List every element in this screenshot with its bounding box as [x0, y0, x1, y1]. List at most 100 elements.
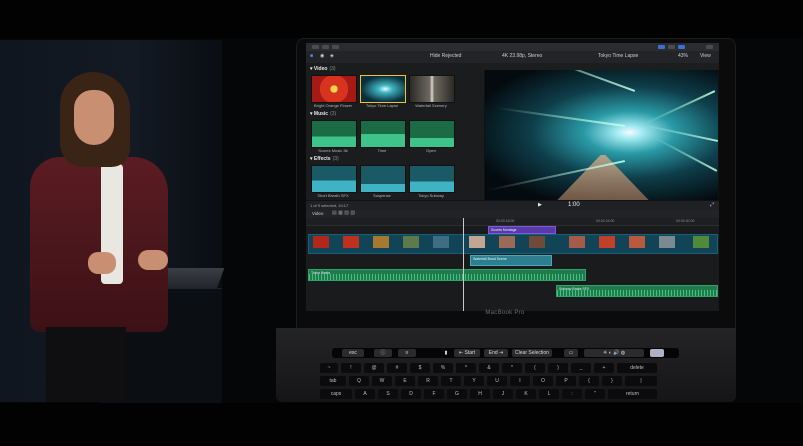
title-clip[interactable]: Scores Montage: [488, 226, 556, 234]
clip-caption-music-1: Scores Music 36: [318, 148, 348, 153]
key[interactable]: E: [395, 376, 415, 386]
clip-thumb-music-1[interactable]: [311, 120, 357, 148]
filmstrip-frame: [373, 236, 389, 248]
clip-thumb-video-3[interactable]: [409, 75, 455, 103]
key[interactable]: #: [387, 363, 407, 373]
import-icon[interactable]: [322, 45, 329, 49]
key[interactable]: *: [502, 363, 522, 373]
key[interactable]: D: [401, 389, 421, 399]
touchbar-list-icon[interactable]: ≡: [398, 349, 416, 357]
touchbar-start-button[interactable]: ⇤ Start: [454, 349, 480, 357]
key[interactable]: L: [539, 389, 559, 399]
key[interactable]: S: [378, 389, 398, 399]
browser-layout-icon[interactable]: [658, 45, 665, 49]
play-button[interactable]: ▶: [538, 202, 542, 208]
key[interactable]: P: [556, 376, 576, 386]
key[interactable]: F: [424, 389, 444, 399]
key[interactable]: A: [355, 389, 375, 399]
filter-dropdown[interactable]: Hide Rejected: [430, 53, 461, 59]
clip-thumb-effects-1[interactable]: [311, 165, 357, 193]
key[interactable]: %: [433, 363, 453, 373]
touchbar-marker-icon[interactable]: ▮: [442, 349, 450, 357]
key[interactable]: @: [364, 363, 384, 373]
timeline-layout-icon[interactable]: [668, 45, 675, 49]
key[interactable]: Q: [349, 376, 369, 386]
key[interactable]: J: [493, 389, 513, 399]
clip-thumb-music-2[interactable]: [360, 120, 406, 148]
timeline: Video ▤ ▦ ▧ ▨ 00:00:18:00 00:00:24:00 00…: [306, 210, 719, 311]
key[interactable]: H: [470, 389, 490, 399]
audio-clip-2[interactable]: Subway Brake SFX: [556, 285, 718, 297]
touchbar-info-icon[interactable]: ⓘ: [374, 349, 392, 357]
titles-icon[interactable]: ◈: [330, 53, 334, 59]
stage: ■ ◉ ◈ Hide Rejected 4K 23.98p, Stereo To…: [0, 0, 803, 446]
viewer-timecode: 1:00: [568, 202, 580, 208]
clip-thumb-music-3[interactable]: [409, 120, 455, 148]
libraries-toggle-icon[interactable]: [312, 45, 319, 49]
touchbar-control-strip[interactable]: ☀ ◐ 🔊 ◍: [584, 349, 644, 357]
key[interactable]: I: [510, 376, 530, 386]
connected-clip[interactable]: Waterfall Burst Scene: [470, 255, 552, 266]
library-format-label: 4K 23.98p, Stereo: [502, 53, 543, 59]
key[interactable]: {: [579, 376, 599, 386]
key[interactable]: }: [602, 376, 622, 386]
key[interactable]: ): [548, 363, 568, 373]
timeline-ruler[interactable]: 00:00:18:00 00:00:24:00 00:00:30:00: [306, 218, 719, 226]
key[interactable]: :: [562, 389, 582, 399]
key[interactable]: W: [372, 376, 392, 386]
clip-thumb-video-1[interactable]: [311, 75, 357, 103]
touchbar-siri-icon[interactable]: [650, 349, 664, 357]
key[interactable]: tab: [320, 376, 346, 386]
share-icon[interactable]: [706, 45, 713, 49]
key[interactable]: K: [516, 389, 536, 399]
key[interactable]: $: [410, 363, 430, 373]
touchbar-screen-icon[interactable]: ▭: [564, 349, 578, 357]
macbook: ■ ◉ ◈ Hide Rejected 4K 23.98p, Stereo To…: [276, 38, 736, 402]
fullscreen-icon[interactable]: ⤢: [710, 202, 714, 208]
timeline-tools-icon[interactable]: ▤ ▦ ▧ ▨: [332, 210, 355, 216]
libraries-icon[interactable]: ■: [310, 53, 313, 59]
clip-browser: ▾ Video (3) Bright Orange Flower Tokyo Ti…: [306, 63, 484, 200]
viewer-video-frame[interactable]: [485, 70, 718, 200]
clip-thumb-video-2[interactable]: [360, 75, 406, 103]
zoom-dropdown[interactable]: 43%: [678, 53, 688, 59]
audio-clip-1[interactable]: Tokyo Beats: [308, 269, 586, 281]
key[interactable]: |: [625, 376, 657, 386]
ruler-mark: 00:00:30:00: [676, 219, 695, 223]
playhead[interactable]: [463, 218, 464, 311]
key[interactable]: U: [487, 376, 507, 386]
clip-thumb-effects-3[interactable]: [409, 165, 455, 193]
key[interactable]: ~: [320, 363, 338, 373]
key[interactable]: delete: [617, 363, 657, 373]
key[interactable]: ^: [456, 363, 476, 373]
key[interactable]: !: [341, 363, 361, 373]
key[interactable]: G: [447, 389, 467, 399]
photos-icon[interactable]: ◉: [320, 53, 324, 59]
touchbar-esc-button[interactable]: esc: [342, 349, 364, 357]
key[interactable]: _: [571, 363, 591, 373]
primary-storyline[interactable]: [308, 234, 718, 254]
clip-thumb-effects-2[interactable]: [360, 165, 406, 193]
light-streak: [512, 70, 636, 92]
key[interactable]: (: [525, 363, 545, 373]
touchbar-clear-selection-button[interactable]: Clear Selection: [512, 349, 552, 357]
touchbar-end-button[interactable]: End ⇥: [484, 349, 508, 357]
presenter-hand-right: [138, 250, 168, 270]
inspector-layout-icon[interactable]: [678, 45, 685, 49]
timeline-index-label[interactable]: Video: [312, 211, 323, 216]
key[interactable]: caps: [320, 389, 352, 399]
key[interactable]: Y: [464, 376, 484, 386]
section-music[interactable]: ▾ Music (3): [310, 111, 336, 117]
key[interactable]: return: [608, 389, 657, 399]
section-video[interactable]: ▾ Video (3): [310, 66, 336, 72]
section-effects[interactable]: ▾ Effects (3): [310, 156, 339, 162]
key[interactable]: T: [441, 376, 461, 386]
key[interactable]: +: [594, 363, 614, 373]
key[interactable]: O: [533, 376, 553, 386]
view-dropdown[interactable]: View: [700, 53, 711, 59]
key[interactable]: &: [479, 363, 499, 373]
key[interactable]: ": [585, 389, 605, 399]
audio-waveform: [309, 274, 585, 280]
key[interactable]: R: [418, 376, 438, 386]
keyword-icon[interactable]: [332, 45, 339, 49]
